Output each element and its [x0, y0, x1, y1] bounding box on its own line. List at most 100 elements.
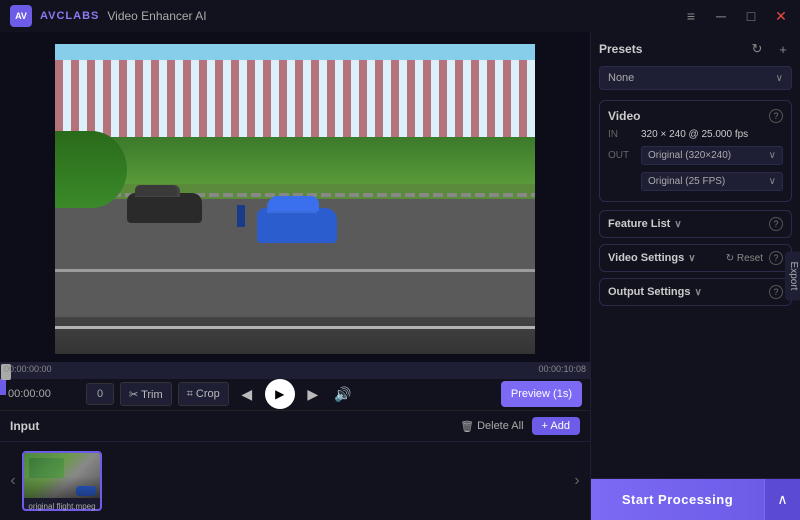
chevron-down-res-icon: ∨ — [769, 150, 776, 161]
video-settings-title: Video Settings — [608, 252, 684, 264]
presets-icons: ↻ + — [748, 40, 792, 58]
video-out-row: OUT Original (320×240) ∨ Original (25 FP… — [608, 144, 783, 193]
presets-selected: None — [608, 72, 634, 84]
settings-help-icon[interactable]: ? — [769, 251, 783, 265]
video-panel-section: Video ? IN 320 × 240 @ 25.000 fps OUT Or… — [599, 100, 792, 202]
thumbnails-area: ‹ original flight.mpeg › — [0, 442, 590, 520]
presets-refresh-button[interactable]: ↻ — [748, 40, 766, 58]
timeline-progress — [0, 379, 6, 396]
thumb-next-button[interactable]: › — [568, 451, 586, 511]
video-in-row: IN 320 × 240 @ 25.000 fps — [608, 129, 783, 140]
video-area — [0, 32, 590, 362]
frame-number-input[interactable] — [86, 383, 114, 405]
brand-name: AVCLABS — [40, 10, 99, 22]
video-in-key: IN — [608, 129, 633, 140]
delete-all-button[interactable]: 🗑 Delete All — [460, 420, 523, 433]
presets-section-header: Presets ↻ + — [599, 40, 792, 58]
video-panel-header: Video ? — [608, 109, 783, 123]
start-processing-area: Start Processing ∧ — [591, 478, 800, 520]
minimize-button[interactable]: ─ — [712, 7, 730, 25]
video-out-fps-label: Original (25 FPS) — [648, 176, 725, 187]
trim-button[interactable]: ✂ Trim — [120, 382, 172, 406]
export-tab[interactable]: Export — [785, 252, 800, 301]
car-dark — [127, 193, 202, 223]
chevron-down-fps-icon: ∨ — [769, 176, 776, 187]
start-processing-button[interactable]: Start Processing — [591, 479, 764, 520]
add-label: + Add — [542, 420, 570, 432]
timecode-display: 00:00:00 — [8, 388, 80, 400]
start-arrow-button[interactable]: ∧ — [764, 479, 800, 520]
preview-button[interactable]: Preview (1s) — [501, 381, 582, 407]
crop-button[interactable]: ⌗ Crop — [178, 382, 229, 406]
thumb-label: original flight.mpeg — [24, 498, 100, 511]
input-header: Input 🗑 Delete All + Add — [0, 411, 590, 442]
car-blue — [257, 208, 337, 243]
right-panel: Export Presets ↻ + None ∨ Video ? — [590, 32, 800, 520]
video-settings-left: Video Settings ∨ — [608, 252, 696, 264]
time-start: 00:00:00:00 — [4, 364, 52, 374]
video-settings-right: ↻ Reset ? — [726, 251, 783, 265]
video-help-icon[interactable]: ? — [769, 109, 783, 123]
video-info: IN 320 × 240 @ 25.000 fps OUT Original (… — [608, 129, 783, 193]
feature-list-title: Feature List ∨ — [608, 218, 682, 230]
chevron-down-icon: ∨ — [776, 73, 783, 84]
chevron-feature-icon: ∨ — [674, 219, 681, 230]
barrier-graphic — [55, 317, 535, 354]
video-out-fps-dropdown[interactable]: Original (25 FPS) ∨ — [641, 172, 783, 191]
app-title: Video Enhancer AI — [107, 9, 206, 23]
prev-frame-button[interactable]: ◀ — [235, 382, 259, 406]
feature-list-label: Feature List — [608, 218, 670, 230]
video-out-res-label: Original (320×240) — [648, 150, 731, 161]
menu-icon[interactable]: ≡ — [682, 7, 700, 25]
timeline-bar[interactable]: 00:00:00:00 00:00:10:08 — [0, 362, 590, 379]
thumbnails-scroll: original flight.mpeg — [22, 451, 568, 511]
chevron-settings-icon: ∨ — [688, 253, 695, 264]
thumbnail-item[interactable]: original flight.mpeg — [22, 451, 102, 511]
next-frame-button[interactable]: ▶ — [301, 382, 325, 406]
input-actions: 🗑 Delete All + Add — [460, 417, 580, 435]
presets-dropdown[interactable]: None ∨ — [599, 66, 792, 90]
add-button[interactable]: + Add — [532, 417, 580, 435]
presets-add-button[interactable]: + — [774, 40, 792, 58]
video-player[interactable] — [55, 44, 535, 354]
output-settings-section[interactable]: Output Settings ∨ ? — [599, 278, 792, 306]
figure-graphic — [237, 205, 245, 227]
delete-all-label: Delete All — [477, 420, 523, 432]
left-panel: 00:00:00:00 00:00:10:08 00:00:00 ✂ Trim … — [0, 32, 590, 520]
right-content: Presets ↻ + None ∨ Video ? IN — [591, 32, 800, 478]
time-end: 00:00:10:08 — [538, 364, 586, 374]
out-label-row: OUT Original (320×240) ∨ — [608, 144, 783, 167]
chevron-output-icon: ∨ — [695, 287, 702, 298]
maximize-button[interactable]: □ — [742, 7, 760, 25]
play-button[interactable]: ▶ — [265, 379, 295, 409]
video-out-key: OUT — [608, 150, 633, 161]
presets-title: Presets — [599, 42, 642, 56]
track-line — [55, 269, 535, 272]
output-settings-left: Output Settings ∨ — [608, 286, 702, 298]
video-out-res-dropdown[interactable]: Original (320×240) ∨ — [641, 146, 783, 165]
titlebar-left: AV AVCLABS Video Enhancer AI — [10, 5, 207, 27]
stand-graphic — [55, 60, 535, 147]
video-panel-title: Video — [608, 109, 640, 123]
controls-bar: 00:00:00 ✂ Trim ⌗ Crop ◀ ▶ ▶ 🔊 Preview (… — [0, 379, 590, 410]
tree-left — [55, 131, 127, 209]
feature-help-icon[interactable]: ? — [769, 217, 783, 231]
out-fps-row: Original (25 FPS) ∨ — [608, 170, 783, 193]
thumb-preview — [24, 453, 100, 498]
main-layout: 00:00:00:00 00:00:10:08 00:00:00 ✂ Trim … — [0, 32, 800, 520]
output-settings-title: Output Settings — [608, 286, 691, 298]
volume-button[interactable]: 🔊 — [331, 382, 355, 406]
close-button[interactable]: ✕ — [772, 7, 790, 25]
thumb-prev-button[interactable]: ‹ — [4, 451, 22, 511]
feature-list-header[interactable]: Feature List ∨ ? — [600, 211, 791, 237]
video-canvas — [55, 44, 535, 354]
reset-button[interactable]: ↻ Reset — [726, 253, 763, 264]
titlebar: AV AVCLABS Video Enhancer AI ≡ ─ □ ✕ — [0, 0, 800, 32]
input-section: Input 🗑 Delete All + Add ‹ — [0, 410, 590, 520]
feature-list-section: Feature List ∨ ? — [599, 210, 792, 238]
input-label: Input — [10, 419, 39, 433]
titlebar-controls: ≡ ─ □ ✕ — [682, 7, 790, 25]
output-help-icon[interactable]: ? — [769, 285, 783, 299]
video-settings-section[interactable]: Video Settings ∨ ↻ Reset ? — [599, 244, 792, 272]
trash-icon: 🗑 — [460, 420, 474, 433]
